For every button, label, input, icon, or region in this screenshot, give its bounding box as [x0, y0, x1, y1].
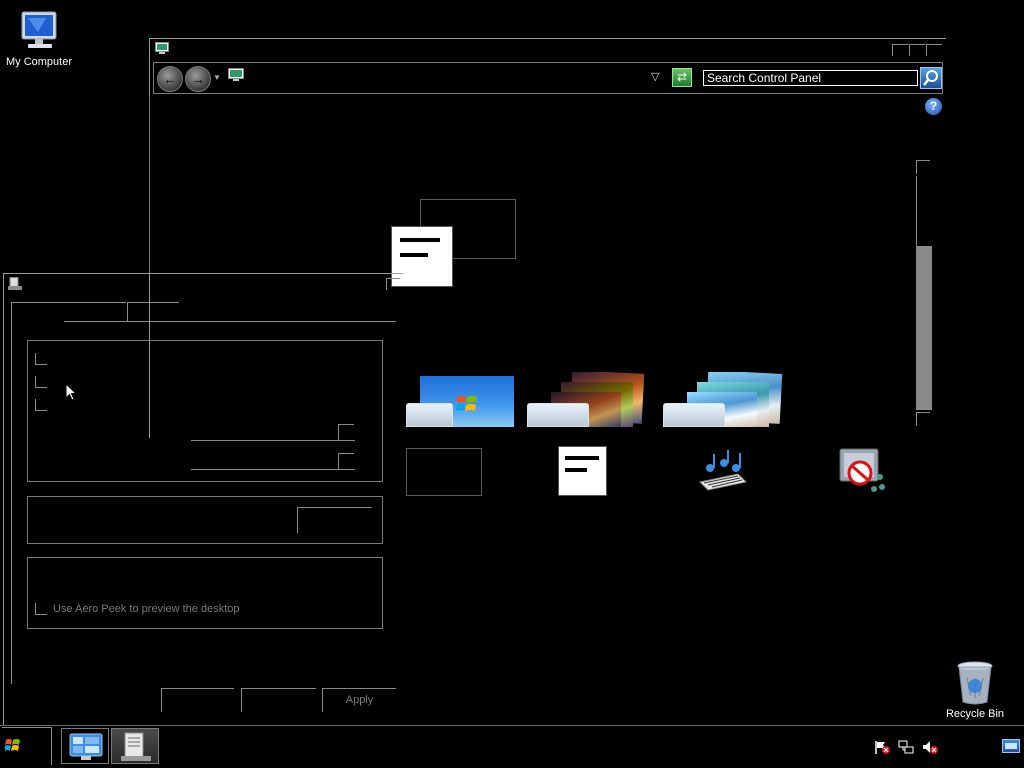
cancel-button[interactable] [241, 688, 316, 712]
windows-7-theme-thumbnail[interactable] [406, 376, 514, 427]
help-icon: ? [929, 99, 938, 113]
lock-taskbar-checkbox[interactable] [35, 353, 47, 365]
tab-toolbars[interactable] [127, 302, 179, 322]
control-panel-icon [69, 733, 103, 760]
search-input[interactable]: Search Control Panel [703, 70, 918, 86]
my-computer-desktop-icon[interactable]: My Computer [4, 8, 74, 68]
window-color-icon[interactable] [558, 446, 607, 496]
properties-taskbar-item[interactable] [111, 728, 159, 764]
content-pane-border [149, 96, 150, 274]
forward-button[interactable]: → [185, 66, 211, 92]
desktop-background-icon[interactable] [406, 448, 482, 496]
sounds-icon[interactable] [698, 448, 748, 494]
recycle-bin-desktop-icon[interactable]: Recycle Bin [940, 660, 1010, 720]
network-icon[interactable] [898, 740, 914, 754]
taskbar-location-dropdown-button[interactable] [338, 424, 354, 440]
aero-peek-checkbox[interactable] [35, 603, 47, 615]
landscapes-theme-thumbnail[interactable] [663, 372, 783, 427]
recycle-bin-label: Recycle Bin [945, 708, 1005, 720]
scrollbar-track[interactable] [916, 176, 917, 246]
forward-arrow-icon: → [191, 71, 205, 87]
aero-peek-group [27, 557, 383, 629]
taskbar-location-select[interactable] [191, 440, 355, 441]
screen-saver-icon[interactable] [838, 447, 888, 495]
back-button[interactable]: ← [157, 66, 183, 92]
control-panel-taskbar-item[interactable] [61, 728, 109, 764]
my-computer-label: My Computer [5, 56, 73, 68]
close-button[interactable] [926, 44, 942, 56]
address-dropdown-button[interactable]: ▽ [651, 70, 659, 83]
apply-button[interactable]: Apply [322, 688, 396, 712]
taskbar-properties-icon [121, 732, 151, 761]
windows-logo-icon [456, 396, 477, 411]
architecture-theme-thumbnail[interactable] [527, 372, 647, 427]
auto-hide-checkbox[interactable] [35, 376, 47, 388]
scroll-down-button[interactable] [916, 412, 930, 426]
maximize-button[interactable] [909, 44, 925, 56]
computer-icon [21, 11, 57, 48]
recent-pages-dropdown[interactable]: ▼ [213, 73, 221, 82]
tab-panel-left-border [11, 322, 12, 684]
show-desktop-icon [1005, 743, 1017, 749]
start-button[interactable] [2, 727, 52, 765]
taskbar-buttons-dropdown-button[interactable] [338, 453, 354, 469]
back-arrow-icon: ← [163, 71, 177, 87]
dialog-title-icon [8, 277, 22, 290]
ok-button[interactable] [161, 688, 234, 712]
tab-start-menu[interactable] [64, 302, 126, 303]
taskbar-appearance-group [27, 340, 383, 482]
search-button[interactable] [920, 67, 942, 89]
recycle-bin-icon [957, 661, 993, 705]
address-location-icon [228, 68, 244, 82]
scrollbar-thumb[interactable] [916, 246, 932, 410]
dialog-close-button[interactable] [386, 278, 400, 290]
taskbar-buttons-select[interactable] [191, 469, 355, 470]
help-button[interactable]: ? [925, 98, 942, 115]
action-center-flag-icon[interactable] [874, 740, 890, 754]
scroll-up-button[interactable] [916, 160, 930, 174]
windows-flag-icon [5, 739, 20, 751]
search-icon [923, 70, 938, 86]
refresh-icon: ⇄ [676, 70, 688, 84]
small-icons-checkbox[interactable] [35, 399, 47, 411]
aero-peek-label: Use Aero Peek to preview the desktop [53, 603, 240, 615]
volume-muted-icon[interactable] [922, 740, 938, 754]
tab-taskbar[interactable] [11, 302, 64, 322]
show-desktop-button[interactable] [1002, 739, 1020, 753]
mouse-cursor-icon [65, 383, 77, 401]
minimize-button[interactable] [892, 44, 908, 56]
tab-strip-baseline [64, 321, 396, 322]
refresh-button[interactable]: ⇄ [672, 68, 692, 87]
customize-button[interactable] [297, 507, 372, 533]
control-panel-title-icon [155, 42, 169, 55]
